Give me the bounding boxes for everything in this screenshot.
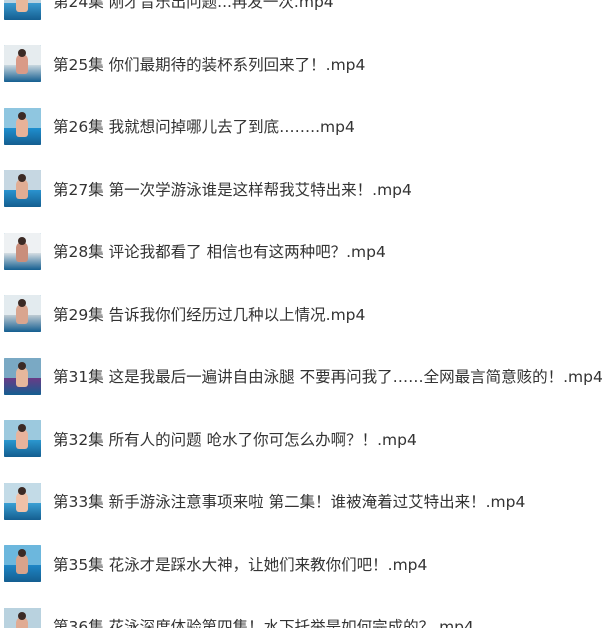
file-list-item[interactable]: 第29集 告诉我你们经历过几种以上情况.mp4 — [0, 294, 612, 334]
swim-video-thumbnail[interactable] — [4, 0, 41, 20]
file-list-item[interactable]: 第24集 刚才音乐出问题...再发一次.mp4 — [0, 0, 612, 21]
file-list-item[interactable]: 第25集 你们最期待的装杯系列回来了！.mp4 — [0, 44, 612, 84]
swim-video-thumbnail[interactable] — [4, 295, 41, 332]
file-name-link[interactable]: 第25集 你们最期待的装杯系列回来了！.mp4 — [53, 53, 365, 75]
swim-video-thumbnail[interactable] — [4, 420, 41, 457]
file-list-item[interactable]: 第31集 这是我最后一遍讲自由泳腿 不要再问我了……全网最言简意赅的！.mp4 — [0, 356, 612, 396]
file-list-item[interactable]: 第36集 花泳深度体验第四集！水下托举是如何完成的？.mp4 — [0, 606, 612, 628]
swim-video-thumbnail[interactable] — [4, 170, 41, 207]
file-name-link[interactable]: 第28集 评论我都看了 相信也有这两种吧？.mp4 — [53, 240, 386, 262]
file-list-item[interactable]: 第33集 新手游泳注意事项来啦 第二集！谁被淹着过艾特出来！.mp4 — [0, 481, 612, 521]
file-name-link[interactable]: 第27集 第一次学游泳谁是这样帮我艾特出来！.mp4 — [53, 178, 412, 200]
swim-video-thumbnail[interactable] — [4, 232, 41, 270]
swim-video-thumbnail[interactable] — [4, 607, 41, 628]
file-name-link[interactable]: 第36集 花泳深度体验第四集！水下托举是如何完成的？.mp4 — [53, 615, 474, 628]
swim-video-thumbnail[interactable] — [4, 545, 41, 582]
file-list: 第24集 刚才音乐出问题...再发一次.mp4 第25集 你们最期待的装杯系列回来… — [0, 0, 612, 628]
swim-video-thumbnail[interactable] — [4, 45, 41, 82]
file-name-link[interactable]: 第31集 这是我最后一遍讲自由泳腿 不要再问我了……全网最言简意赅的！.mp4 — [53, 365, 603, 387]
file-list-item[interactable]: 第26集 我就想问掉哪儿去了到底……..mp4 — [0, 106, 612, 146]
swim-video-thumbnail[interactable] — [4, 357, 41, 395]
file-list-item[interactable]: 第35集 花泳才是踩水大神，让她们来教你们吧！.mp4 — [0, 544, 612, 584]
swim-video-thumbnail[interactable] — [4, 107, 41, 145]
file-name-link[interactable]: 第32集 所有人的问题 呛水了你可怎么办啊？！.mp4 — [53, 428, 417, 450]
file-name-link[interactable]: 第33集 新手游泳注意事项来啦 第二集！谁被淹着过艾特出来！.mp4 — [53, 490, 525, 512]
file-name-link[interactable]: 第26集 我就想问掉哪儿去了到底……..mp4 — [53, 115, 355, 137]
file-name-link[interactable]: 第24集 刚才音乐出问题...再发一次.mp4 — [53, 0, 334, 12]
file-list-item[interactable]: 第28集 评论我都看了 相信也有这两种吧？.mp4 — [0, 231, 612, 271]
swim-video-thumbnail[interactable] — [4, 482, 41, 520]
file-name-link[interactable]: 第29集 告诉我你们经历过几种以上情况.mp4 — [53, 303, 365, 325]
file-list-item[interactable]: 第27集 第一次学游泳谁是这样帮我艾特出来！.mp4 — [0, 169, 612, 209]
file-list-item[interactable]: 第32集 所有人的问题 呛水了你可怎么办啊？！.mp4 — [0, 419, 612, 459]
file-name-link[interactable]: 第35集 花泳才是踩水大神，让她们来教你们吧！.mp4 — [53, 553, 427, 575]
